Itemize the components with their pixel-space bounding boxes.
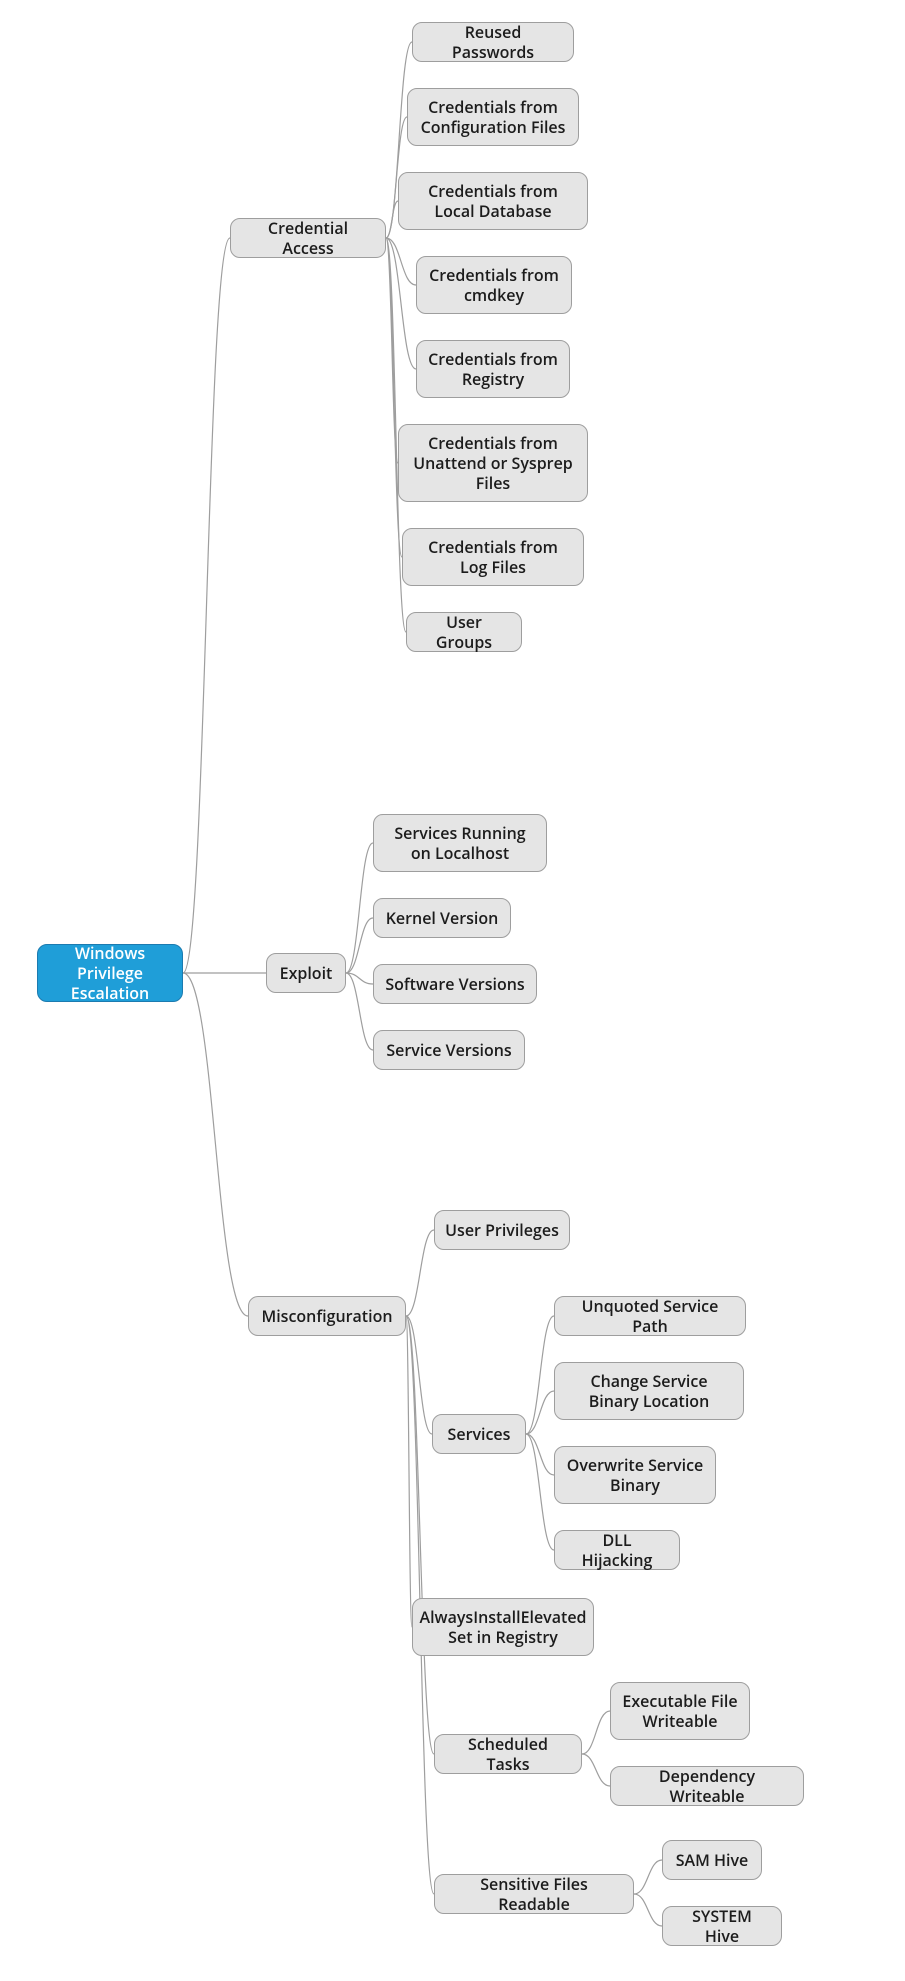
edge-mis2-svc4 (526, 1434, 554, 1550)
node-sf2: SYSTEM Hive (662, 1906, 782, 1946)
node-misconf: Misconfiguration (248, 1296, 406, 1336)
edge-mis2-svc1 (526, 1316, 554, 1434)
node-svc4: DLL Hijacking (554, 1530, 680, 1570)
node-exp1: Services Running on Localhost (373, 814, 547, 872)
edge-misconf-mis3 (406, 1316, 412, 1627)
edge-cred-cred4 (386, 238, 416, 285)
node-cred4: Credentials from cmdkey (416, 256, 572, 314)
node-exp3: Software Versions (373, 964, 537, 1004)
edge-exploit-exp2 (346, 918, 373, 973)
node-exploit: Exploit (266, 953, 346, 993)
node-cred6: Credentials from Unattend or Sysprep Fil… (398, 424, 588, 502)
node-cred7: Credentials from Log Files (402, 528, 584, 586)
edge-exploit-exp4 (346, 973, 373, 1050)
edge-misconf-mis2 (406, 1316, 432, 1434)
node-sf1: SAM Hive (662, 1840, 762, 1880)
node-mis1: User Privileges (434, 1210, 570, 1250)
edge-cred-cred6 (386, 238, 398, 463)
edge-mis4-st1 (582, 1711, 610, 1754)
edge-mis2-svc3 (526, 1434, 554, 1475)
node-exp4: Service Versions (373, 1030, 525, 1070)
edge-root-misconf (183, 973, 248, 1316)
edge-cred-cred3 (386, 201, 398, 238)
node-cred5: Credentials from Registry (416, 340, 570, 398)
node-mis4: Scheduled Tasks (434, 1734, 582, 1774)
node-svc1: Unquoted Service Path (554, 1296, 746, 1336)
edge-root-cred (183, 238, 230, 973)
node-mis5: Sensitive Files Readable (434, 1874, 634, 1914)
node-st1: Executable File Writeable (610, 1682, 750, 1740)
node-cred1: Reused Passwords (412, 22, 574, 62)
node-st2: Dependency Writeable (610, 1766, 804, 1806)
edge-cred-cred5 (386, 238, 416, 369)
node-mis3: AlwaysInstallElevated Set in Registry (412, 1598, 594, 1656)
node-svc3: Overwrite Service Binary (554, 1446, 716, 1504)
edge-mis4-st2 (582, 1754, 610, 1786)
node-cred2: Credentials from Configuration Files (407, 88, 579, 146)
edge-misconf-mis1 (406, 1230, 434, 1316)
node-cred8: User Groups (406, 612, 522, 652)
node-cred: Credential Access (230, 218, 386, 258)
edge-mis5-sf2 (634, 1894, 662, 1926)
edge-exploit-exp1 (346, 843, 373, 973)
edge-exploit-exp3 (346, 973, 373, 984)
edge-misconf-mis4 (406, 1316, 434, 1754)
edge-cred-cred7 (386, 238, 402, 557)
edge-mis5-sf1 (634, 1860, 662, 1894)
node-root: Windows Privilege Escalation (37, 944, 183, 1002)
edge-mis2-svc2 (526, 1391, 554, 1434)
node-exp2: Kernel Version (373, 898, 511, 938)
node-mis2: Services (432, 1414, 526, 1454)
node-svc2: Change Service Binary Location (554, 1362, 744, 1420)
node-cred3: Credentials from Local Database (398, 172, 588, 230)
